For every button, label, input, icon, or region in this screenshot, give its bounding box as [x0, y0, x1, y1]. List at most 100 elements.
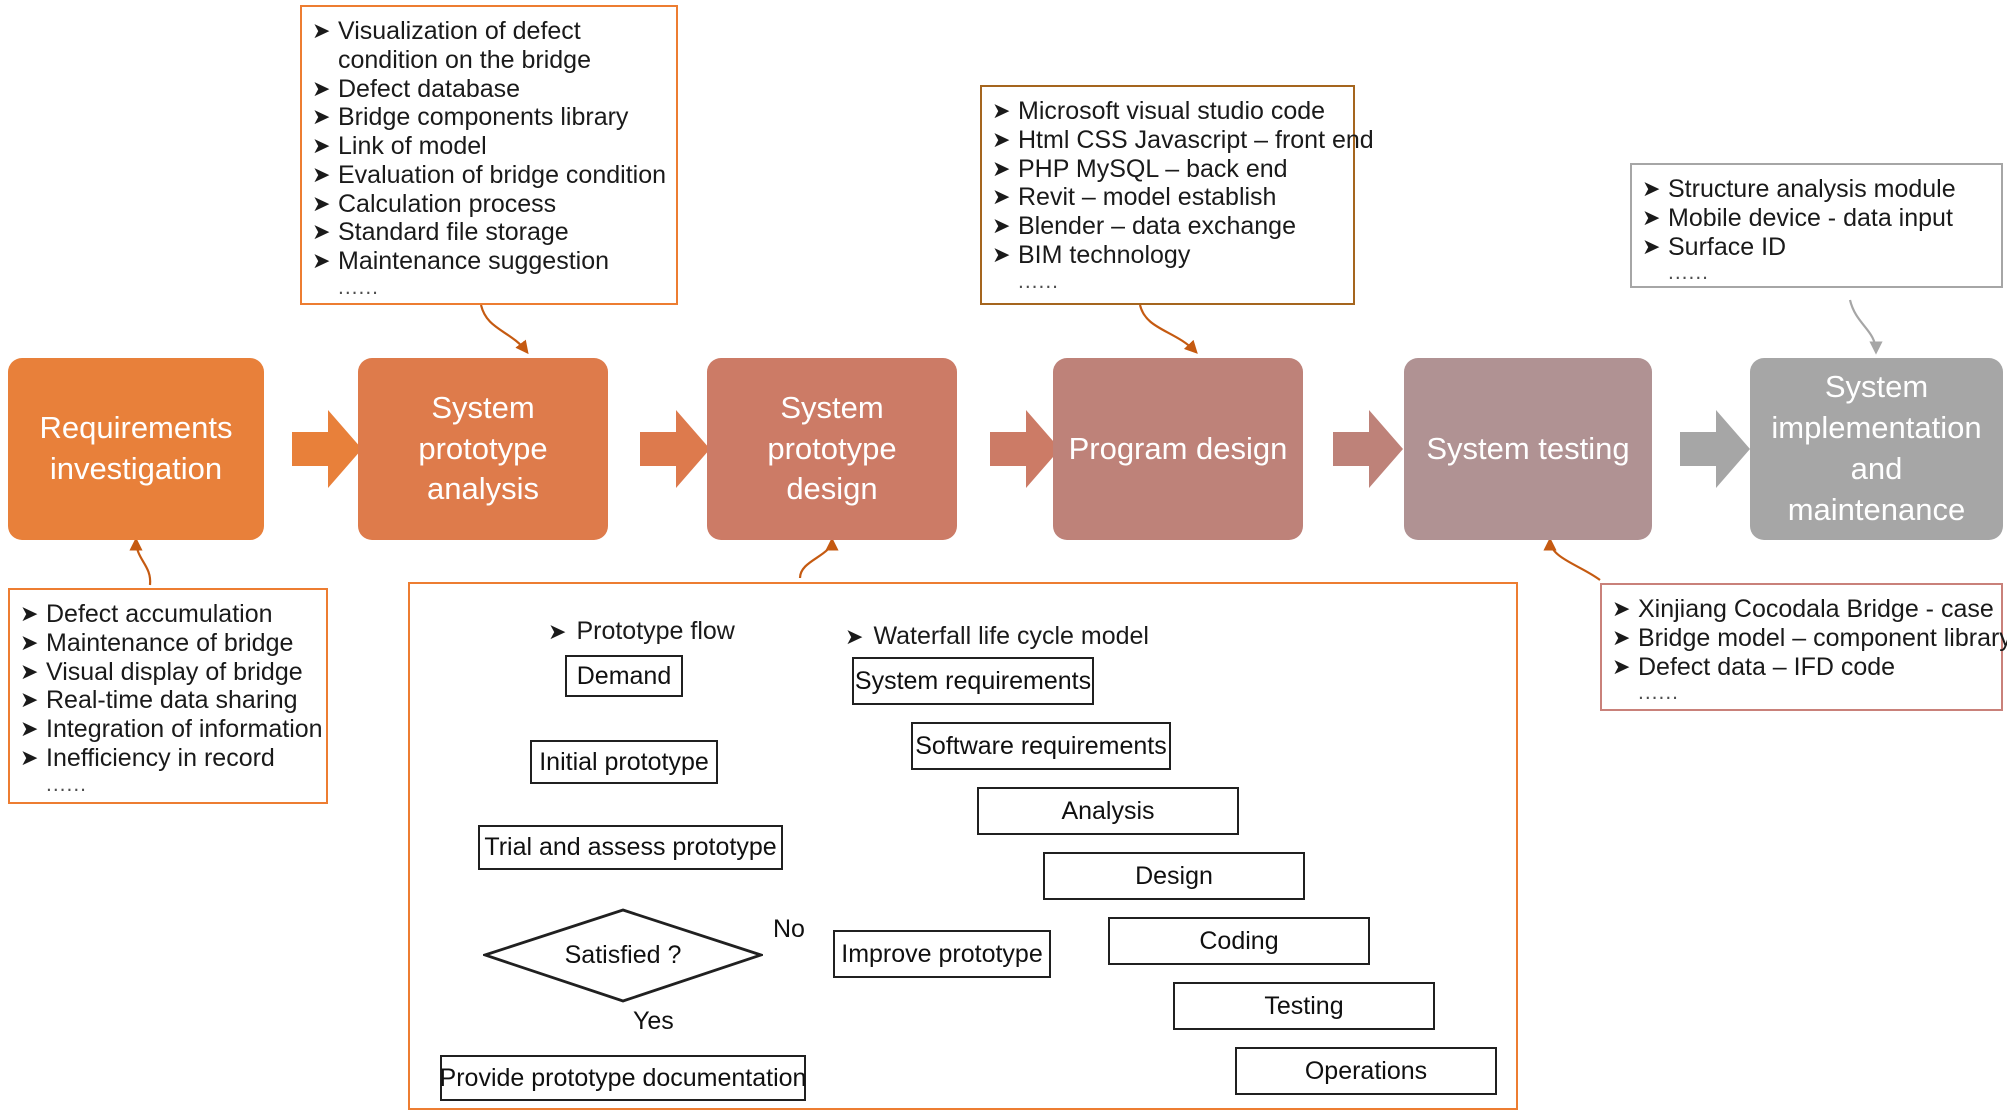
note-box-requirements: ➤ Defect accumulation ➤ Maintenance of bri… [8, 588, 328, 804]
bullet-arrow-icon: ➤ [1642, 233, 1661, 259]
process-step-program-design[interactable]: Program design [1053, 358, 1303, 540]
note-line: ➤ Maintenance of bridge [20, 629, 314, 658]
note-text: Xinjiang Cocodala Bridge - case [1638, 595, 1994, 623]
process-step-requirements-investigation[interactable]: Requirements investigation [8, 358, 264, 540]
flow-node-initial-prototype[interactable]: Initial prototype [530, 740, 718, 784]
bullet-arrow-icon: ➤ [20, 601, 39, 626]
heading-text: Prototype flow [576, 617, 735, 645]
flow-decision-satisfied[interactable]: Satisfied ? [480, 908, 766, 1003]
process-step-system-implementation-and-maintenance[interactable]: System implementation and maintenance [1750, 358, 2003, 540]
note-text: Link of model [338, 132, 487, 160]
note-line: ➤ Visual display of bridge [20, 658, 314, 687]
bullet-arrow-icon: ➤ [312, 18, 331, 43]
note-text: Bridge model – component library [1638, 623, 2007, 652]
bullet-arrow-icon: ➤ [20, 629, 39, 655]
process-step-system-testing[interactable]: System testing [1404, 358, 1652, 540]
note-text: Defect data – IFD code [1638, 652, 1896, 681]
flow-node-provide-prototype-documentation[interactable]: Provide prototype documentation [440, 1055, 806, 1101]
note-box-system-testing: ➤ Xinjiang Cocodala Bridge - case ➤ Bridge… [1600, 583, 2007, 711]
bullet-arrow-icon: ➤ [992, 155, 1011, 181]
bullet-arrow-icon: ➤ [312, 104, 331, 130]
waterfall-node-analysis[interactable]: Analysis [977, 787, 1239, 835]
note-line: ➤ Inefficiency in record [20, 744, 314, 773]
note-text: Integration of information [46, 715, 323, 743]
note-line: ➤ Evaluation of bridge condition [312, 161, 666, 190]
note-line: ➤ Defect data – IFD code [1612, 653, 1989, 682]
bullet-arrow-icon: ➤ [1642, 204, 1661, 230]
note-text: Revit – model establish [1018, 183, 1277, 212]
note-ellipsis: ...... [1668, 261, 1710, 285]
note-text: BIM technology [1018, 240, 1191, 269]
note-line: ➤ PHP MySQL – back end [992, 155, 1341, 184]
note-text: Mobile device - data input [1668, 203, 1953, 232]
note-line: ➤ Visualization of defect [312, 17, 664, 46]
note-ellipsis: ...... [1018, 269, 1060, 293]
bullet-arrow-icon: ➤ [1642, 176, 1661, 201]
waterfall-node-testing[interactable]: Testing [1173, 982, 1435, 1030]
note-line: ➤ Surface ID [1642, 233, 1989, 262]
waterfall-node-system-requirements[interactable]: System requirements [852, 657, 1094, 705]
waterfall-node-coding[interactable]: Coding [1108, 917, 1370, 965]
note-line: ➤ Link of model [312, 132, 664, 161]
note-text: Visualization of defect [338, 17, 581, 45]
bullet-arrow-icon: ➤ [992, 98, 1011, 123]
bullet-arrow-icon: ➤ [312, 248, 331, 273]
process-step-system-prototype-analysis[interactable]: System prototype analysis [358, 358, 608, 540]
note-line: ➤ Defect accumulation [20, 600, 314, 629]
note-text: Surface ID [1668, 232, 1787, 261]
note-line: ➤ Maintenance suggestion [312, 247, 664, 276]
note-line: ➤ Structure analysis module [1642, 175, 1989, 204]
note-line: ➤ Microsoft visual studio code [992, 97, 1341, 126]
note-text: Inefficiency in record [46, 743, 275, 772]
note-text: Html CSS Javascript – front end [1018, 125, 1374, 154]
note-line: ➤ Defect database [312, 75, 664, 104]
bullet-arrow-icon: ➤ [1612, 653, 1631, 679]
process-arrow-5-icon [1680, 410, 1750, 488]
bullet-arrow-icon: ➤ [1612, 596, 1631, 621]
flow-node-demand[interactable]: Demand [565, 655, 683, 697]
note-text: Maintenance suggestion [338, 247, 610, 275]
note-line: ➤ Bridge components library [312, 103, 664, 132]
bullet-arrow-icon: ➤ [312, 219, 331, 245]
note-line: ➤ Calculation process [312, 190, 664, 219]
flow-node-improve-prototype[interactable]: Improve prototype [833, 930, 1051, 978]
note-ellipsis: ...... [46, 772, 88, 796]
note-text: Microsoft visual studio code [1018, 97, 1326, 125]
bullet-arrow-icon: ➤ [992, 126, 1011, 152]
bullet-arrow-icon: ➤ [312, 190, 331, 216]
note-text: condition on the bridge [338, 45, 591, 74]
bullet-arrow-icon: ➤ [992, 241, 1011, 267]
process-step-system-prototype-design[interactable]: System prototype design [707, 358, 957, 540]
bullet-arrow-icon: ➤ [312, 75, 331, 101]
note-text: PHP MySQL – back end [1018, 154, 1288, 183]
note-box-implementation: ➤ Structure analysis module ➤ Mobile devic… [1630, 163, 2003, 288]
bullet-arrow-icon: ➤ [312, 133, 331, 158]
waterfall-node-software-requirements[interactable]: Software requirements [911, 722, 1171, 770]
note-box-program-design: ➤ Microsoft visual studio code ➤ Html CSS … [980, 85, 1374, 305]
note-line: ➤ Standard file storage [312, 218, 664, 247]
bullet-arrow-icon: ➤ [992, 213, 1011, 238]
note-line: ➤ Xinjiang Cocodala Bridge - case [1612, 595, 1994, 624]
note-line: ➤condition on the bridge [312, 46, 664, 75]
note-text: Defect accumulation [46, 600, 273, 628]
process-arrow-4-icon [1333, 410, 1403, 488]
bullet-arrow-icon: ➤ [20, 744, 39, 770]
process-arrow-1-icon [292, 410, 362, 488]
note-ellipsis: ...... [338, 275, 380, 299]
bullet-arrow-icon: ➤ [20, 658, 39, 684]
note-text: Defect database [338, 74, 521, 103]
waterfall-heading: ➤ Waterfall life cycle model [845, 622, 1149, 651]
edge-label-no: No [773, 915, 805, 943]
prototype-flow-heading: ➤ Prototype flow [548, 617, 735, 646]
bullet-arrow-icon: ➤ [1612, 624, 1631, 650]
waterfall-node-operations[interactable]: Operations [1235, 1047, 1497, 1095]
flow-node-trial-and-assess-prototype[interactable]: Trial and assess prototype [478, 825, 783, 870]
bullet-arrow-icon: ➤ [845, 624, 864, 649]
note-text: Standard file storage [338, 218, 569, 247]
note-text: Visual display of bridge [46, 657, 303, 686]
diagram-canvas: ➤Visualization of defect ➤condition on t… [0, 0, 2007, 1120]
note-text: Calculation process [338, 189, 557, 218]
waterfall-node-design[interactable]: Design [1043, 852, 1305, 900]
heading-text: Waterfall life cycle model [873, 622, 1149, 650]
edge-label-yes: Yes [633, 1007, 674, 1035]
